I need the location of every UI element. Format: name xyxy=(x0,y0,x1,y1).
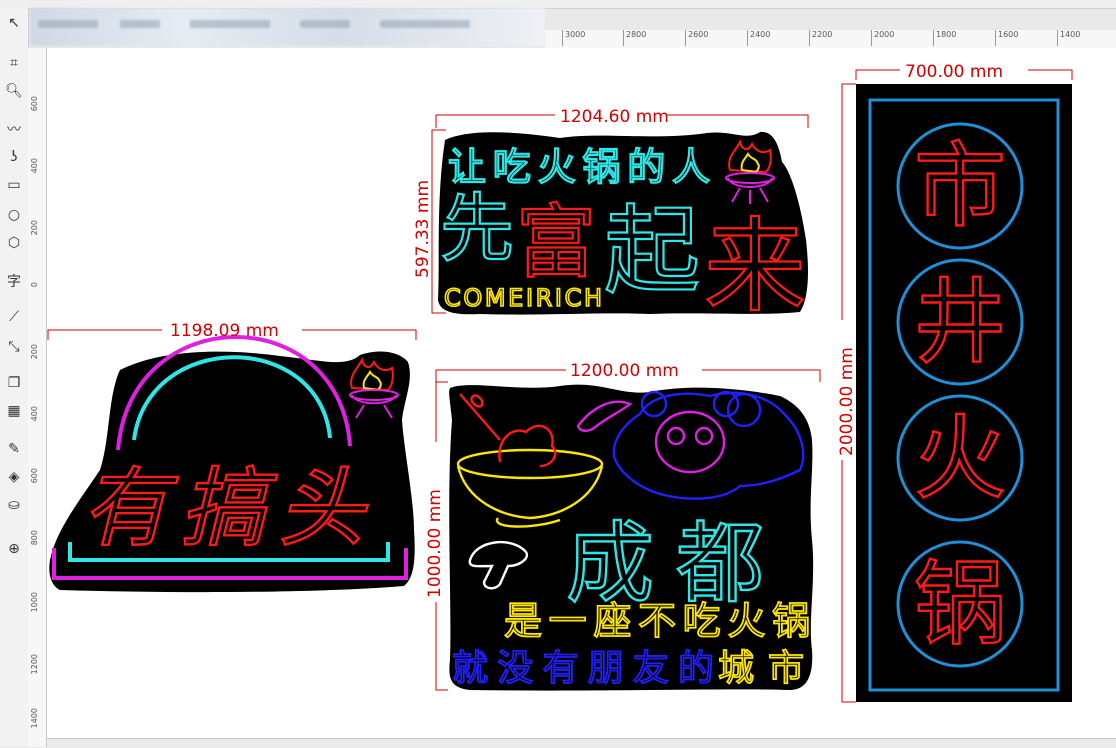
dimension-sign-1-width[interactable]: 1204.60 mm xyxy=(435,107,809,128)
dimension-sign-2-width[interactable]: 1198.09 mm xyxy=(47,321,417,341)
sign-2-text: 有搞头 xyxy=(82,459,368,559)
sign-1-char-lai: 来 xyxy=(704,208,806,327)
sign-4[interactable]: 市 井 火 锅 xyxy=(856,84,1072,702)
dimension-label: 1200.00 mm xyxy=(570,361,679,381)
sign-3-line1: 是一座不吃火锅 xyxy=(504,599,810,643)
sign-4-char: 市 xyxy=(914,133,1006,240)
sign-1-brand: COMEIRICH xyxy=(444,284,602,312)
sign-1-char-qi: 起 xyxy=(604,195,700,307)
artwork-layer: 让吃火锅的人 先 富 起 来 COMEIRICH 1204.60 mm 597.… xyxy=(47,62,1073,703)
sign-4-char: 火 xyxy=(914,405,1006,512)
dimension-label: 1204.60 mm xyxy=(560,107,669,127)
dimension-label: 1198.09 mm xyxy=(170,321,279,341)
sign-1-char-xian: 先 xyxy=(440,186,514,272)
sign-3[interactable]: 成都 是一座不吃火锅 就没有朋友的 城市 xyxy=(449,384,814,691)
dimension-label: 2000.00 mm xyxy=(837,347,857,456)
sign-4-char: 锅 xyxy=(914,551,1006,658)
dimension-label: 597.33 mm xyxy=(413,180,433,278)
dimension-sign-3-width[interactable]: 1200.00 mm xyxy=(435,361,821,382)
dimension-label: 700.00 mm xyxy=(905,62,1003,82)
sign-2[interactable]: 有搞头 xyxy=(49,335,415,593)
dimension-label: 1000.00 mm xyxy=(425,489,445,598)
dimension-sign-4-height[interactable]: 2000.00 mm xyxy=(837,83,857,703)
sign-1-char-fu: 富 xyxy=(516,196,596,289)
sign-1[interactable]: 让吃火锅的人 先 富 起 来 COMEIRICH xyxy=(438,131,808,328)
dimension-sign-3-height[interactable]: 1000.00 mm xyxy=(425,381,448,691)
sign-4-char: 井 xyxy=(914,269,1006,376)
dimension-sign-4-width[interactable]: 700.00 mm xyxy=(855,62,1073,82)
